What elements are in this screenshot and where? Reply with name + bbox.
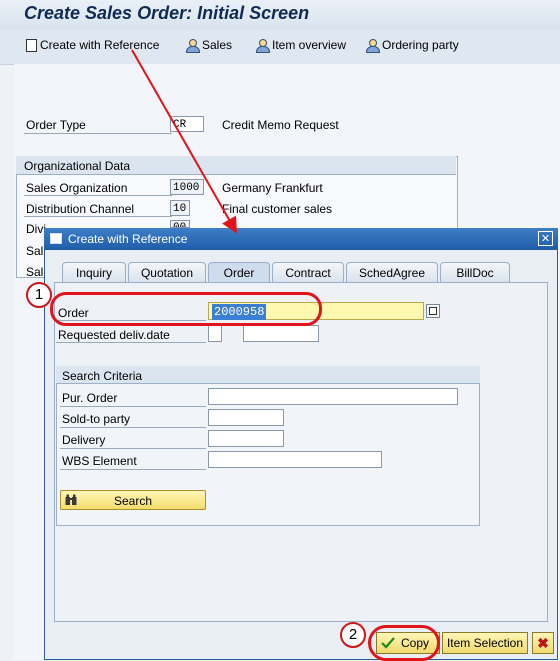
annotation-arrow xyxy=(131,49,237,234)
callout-copy-highlight xyxy=(368,625,440,661)
callout-number-1: 1 xyxy=(26,282,52,308)
callout-number-2: 2 xyxy=(340,622,366,648)
callout-order-highlight xyxy=(50,292,322,326)
